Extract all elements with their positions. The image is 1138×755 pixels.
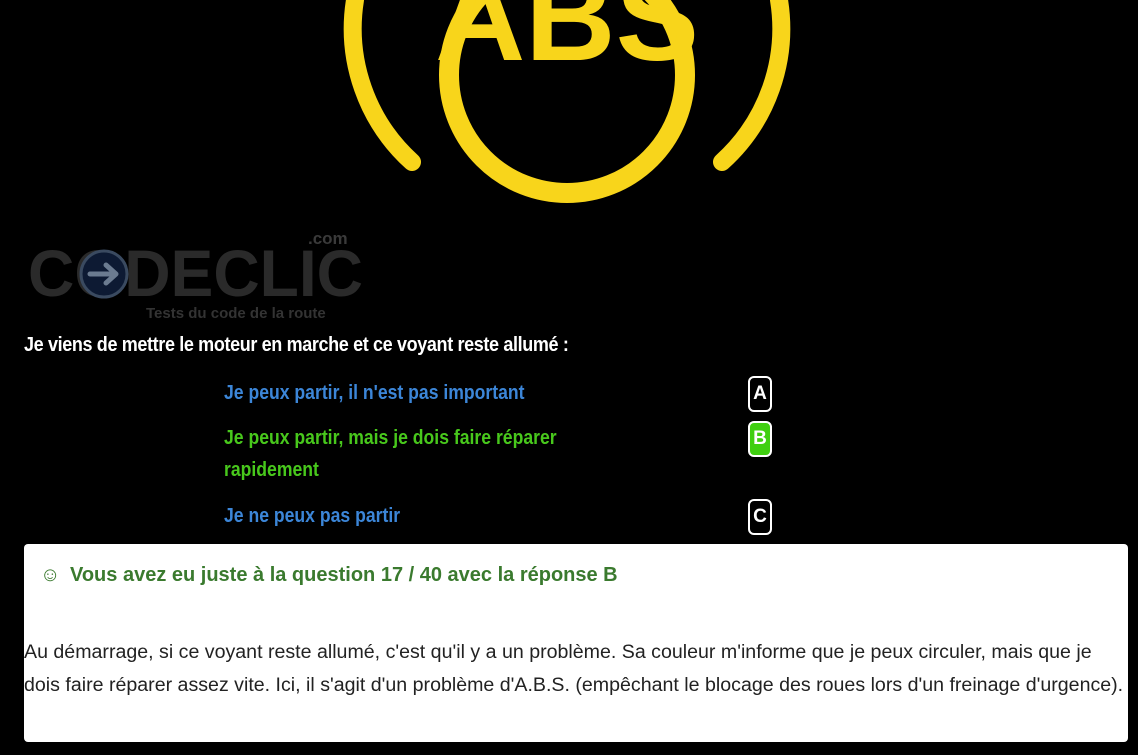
codeclic-logo: .com CODECLIC Tests du code de la route — [28, 229, 363, 322]
answer-c-text[interactable]: Je ne peux pas partir — [224, 500, 682, 532]
answer-option-a[interactable]: Je peux partir, il n'est pas important — [224, 377, 744, 409]
answer-b-text[interactable]: Je peux partir, mais je dois faire répar… — [224, 422, 602, 486]
answer-a-button[interactable]: A — [748, 376, 772, 412]
question-text: Je viens de mettre le moteur en marche e… — [24, 334, 569, 356]
abs-label: ABS — [435, 0, 699, 87]
result-message-text: Vous avez eu juste à la question 17 / 40… — [69, 564, 618, 586]
answer-c-button[interactable]: C — [748, 499, 772, 535]
result-panel: ☺ Vous avez eu juste à la question 17 / … — [24, 544, 1128, 742]
answer-option-b[interactable]: Je peux partir, mais je dois faire répar… — [224, 422, 744, 486]
abs-warning-light-icon: ABS — [343, 0, 791, 203]
logo-brand: CODECLIC — [28, 236, 363, 310]
arrow-right-circle-icon — [79, 249, 129, 299]
abs-right-arc — [713, 0, 791, 171]
smiley-icon: ☺ — [40, 564, 61, 586]
result-message: ☺ Vous avez eu juste à la question 17 / … — [40, 564, 618, 587]
answer-option-c[interactable]: Je ne peux pas partir — [224, 500, 744, 532]
logo-tagline: Tests du code de la route — [146, 305, 326, 322]
result-explanation: Au démarrage, si ce voyant reste allumé,… — [24, 641, 1124, 696]
answer-a-text[interactable]: Je peux partir, il n'est pas important — [224, 377, 682, 409]
abs-left-arc — [343, 0, 421, 171]
answer-b-button[interactable]: B — [748, 421, 772, 457]
